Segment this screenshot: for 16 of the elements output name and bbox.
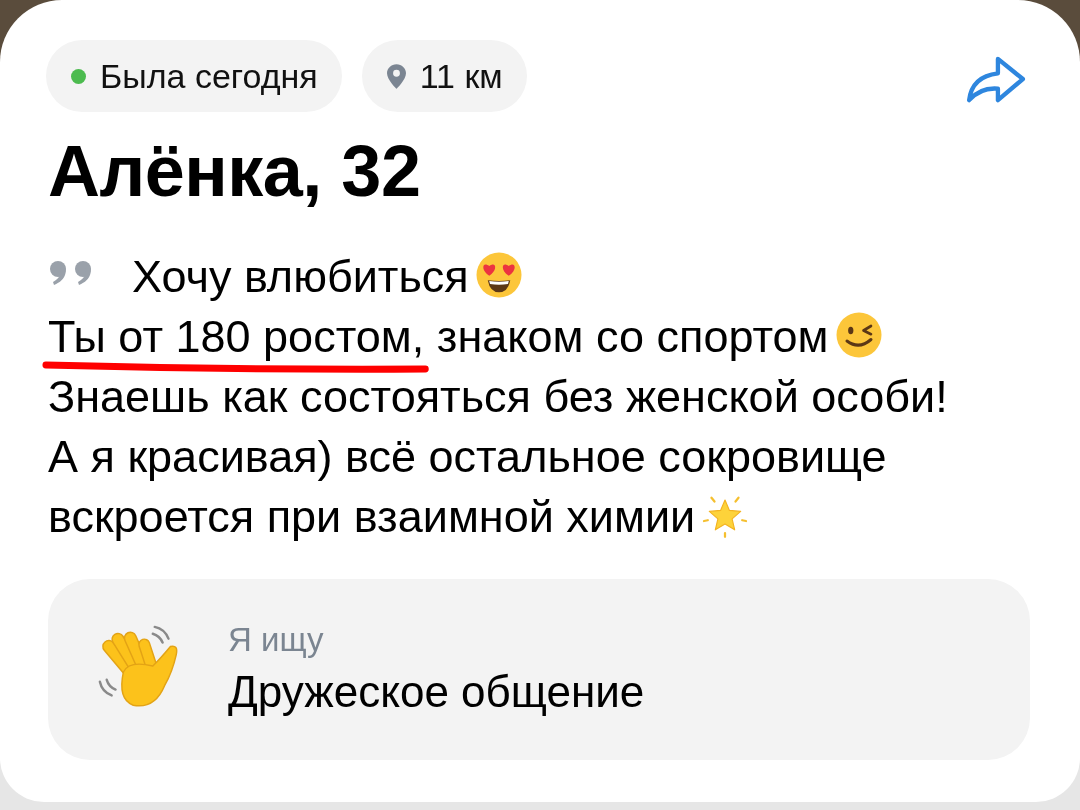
looking-for-label: Я ищу <box>228 620 325 661</box>
bio-text: А я красивая) всё остальное сокровище <box>48 431 887 483</box>
bio-text: Хочу влюбиться <box>132 251 469 303</box>
winking-face-emoji-icon <box>834 311 883 360</box>
chip-label: Была сегодня <box>100 59 318 93</box>
bio-text: знаком со спортом <box>436 311 829 363</box>
online-dot-icon <box>71 68 86 84</box>
bio-text: Знаешь как состояться без женской особи! <box>48 371 948 423</box>
looking-for-value: Дружеское общение <box>228 666 645 719</box>
bio-text: Ты от 180 ростом, <box>48 311 425 363</box>
share-icon <box>966 56 1026 104</box>
location-pin-icon <box>386 63 406 89</box>
profile-name-age: Алёнка, 32 <box>48 132 422 212</box>
chip-label: 11 км <box>419 59 503 93</box>
heart-eyes-emoji-icon <box>474 251 523 300</box>
bio-text: вскроется при взаимной химии <box>48 491 696 543</box>
